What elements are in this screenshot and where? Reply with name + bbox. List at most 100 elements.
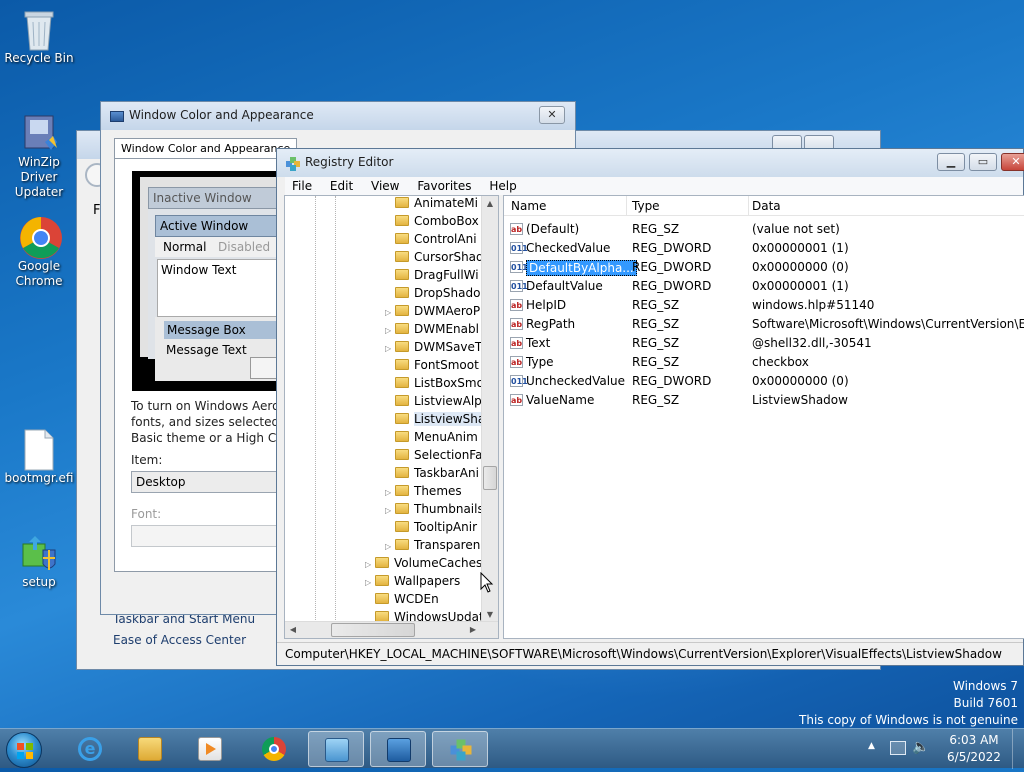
taskbar-media-player[interactable] — [182, 731, 238, 767]
tree-node[interactable]: ▷ Themes — [385, 484, 462, 502]
expand-arrow-icon[interactable]: ▷ — [385, 488, 395, 497]
clock-date[interactable]: 6/5/2022 — [944, 750, 1004, 764]
expand-arrow-icon[interactable]: ▷ — [385, 506, 395, 515]
value-row[interactable]: 011 DefaultValue REG_DWORD 0x00000001 (1) — [504, 277, 1024, 296]
tree-node[interactable]: FontSmoot — [385, 358, 479, 376]
regedit-maximize-button[interactable]: ▭ — [969, 153, 997, 171]
close-button[interactable]: ✕ — [539, 106, 565, 124]
tree-node[interactable]: ▷ Thumbnails — [385, 502, 484, 520]
tree-node[interactable]: ControlAni — [385, 232, 477, 250]
expand-arrow-icon[interactable]: ▷ — [385, 344, 395, 353]
value-row[interactable]: ab Text REG_SZ @shell32.dll,-30541 — [504, 334, 1024, 353]
tree-node[interactable]: ListviewSha — [385, 412, 486, 430]
tree-node[interactable]: CursorShad — [385, 250, 484, 268]
scroll-up-arrow[interactable]: ▲ — [482, 196, 498, 212]
tree-node[interactable]: ListviewAlp — [385, 394, 482, 412]
value-row[interactable]: ab (Default) REG_SZ (value not set) — [504, 220, 1024, 239]
tree-node[interactable]: AnimateMi — [385, 196, 478, 214]
font-dropdown[interactable] — [131, 525, 291, 547]
tree-node[interactable]: ▷ VolumeCaches — [365, 556, 482, 574]
show-hidden-icons-button[interactable]: ▲ — [868, 741, 875, 751]
registry-values-list[interactable]: Name Type Data ab (Default) REG_SZ (value n… — [503, 195, 1024, 639]
tree-node[interactable]: TooltipAnir — [385, 520, 477, 538]
regedit-minimize-button[interactable]: ▁ — [937, 153, 965, 171]
column-data[interactable]: Data — [752, 199, 781, 213]
menu-edit[interactable]: Edit — [323, 177, 360, 195]
clock-time[interactable]: 6:03 AM — [944, 733, 1004, 747]
tree-hscroll-thumb[interactable] — [331, 623, 415, 637]
volume-icon[interactable]: 🔈 — [912, 739, 929, 755]
tree-node[interactable]: ▷ Transparen — [385, 538, 480, 556]
taskbar-control-panel[interactable] — [308, 731, 364, 767]
taskbar-file-explorer[interactable] — [122, 731, 178, 767]
tree-node[interactable]: ▷ DWMSaveT — [385, 340, 482, 358]
desktop-icon-recycle-bin[interactable]: Recycle Bin — [1, 8, 77, 66]
tree-node-label: ListviewSha — [414, 412, 486, 426]
tree-node-label: ComboBox — [414, 214, 479, 228]
tree-node[interactable]: DragFullWi — [385, 268, 479, 286]
tree-node[interactable]: SelectionFa — [385, 448, 482, 466]
menu-view[interactable]: View — [364, 177, 406, 195]
tree-vertical-scrollbar[interactable]: ▲ ▼ — [481, 196, 498, 623]
tree-node[interactable]: ▷ DWMEnabl — [385, 322, 479, 340]
column-name[interactable]: Name — [511, 199, 546, 213]
column-type[interactable]: Type — [632, 199, 660, 213]
tree-node[interactable]: ComboBox — [385, 214, 479, 232]
tree-node[interactable]: ▷ Wallpapers — [365, 574, 460, 592]
value-row[interactable]: 011 UncheckedValue REG_DWORD 0x00000000 (0) — [504, 372, 1024, 391]
value-row[interactable]: ab RegPath REG_SZ Software\Microsoft\Window… — [504, 315, 1024, 334]
scroll-left-arrow[interactable]: ◀ — [285, 622, 301, 638]
tab-window-color-appearance[interactable]: Window Color and Appearance — [114, 138, 298, 158]
link-ease-of-access[interactable]: Ease of Access Center — [113, 633, 246, 647]
tree-scroll-thumb[interactable] — [483, 466, 497, 490]
registry-editor-window[interactable]: Registry Editor ▁ ▭ ✕ File Edit View Fav… — [276, 148, 1024, 666]
menu-file[interactable]: File — [285, 177, 319, 195]
value-row[interactable]: ab Type REG_SZ checkbox — [504, 353, 1024, 372]
scroll-right-arrow[interactable]: ▶ — [465, 622, 481, 638]
help-line-3: Basic theme or a High Cont — [131, 431, 296, 445]
expand-arrow-icon[interactable]: ▷ — [365, 560, 375, 569]
tree-node[interactable]: TaskbarAni — [385, 466, 479, 484]
menu-help[interactable]: Help — [482, 177, 523, 195]
expand-arrow-icon[interactable]: ▷ — [365, 578, 375, 587]
registry-key-tree[interactable]: AnimateMi ComboBox ControlAni CursorShad Dra… — [284, 195, 499, 639]
tree-node[interactable]: WCDEn — [365, 592, 439, 610]
folder-icon — [395, 359, 409, 370]
desktop-icon-bootmgr[interactable]: bootmgr.efi — [1, 428, 77, 486]
expand-arrow-icon[interactable]: ▷ — [385, 308, 395, 317]
tree-node-label: Thumbnails — [414, 502, 484, 516]
folder-icon — [395, 449, 409, 460]
start-button[interactable] — [6, 732, 42, 768]
value-type: REG_DWORD — [632, 260, 712, 274]
taskbar-registry-editor[interactable] — [432, 731, 488, 767]
value-data: @shell32.dll,-30541 — [752, 336, 872, 350]
menu-favorites[interactable]: Favorites — [410, 177, 478, 195]
taskbar-chrome[interactable] — [246, 731, 302, 767]
item-dropdown[interactable]: Desktop — [131, 471, 291, 493]
expand-arrow-icon[interactable]: ▷ — [385, 326, 395, 335]
network-icon[interactable] — [890, 741, 906, 755]
taskbar-appearance-window[interactable] — [370, 731, 426, 767]
tree-node[interactable]: ListBoxSmo — [385, 376, 484, 394]
tree-node-label: DropShado — [414, 286, 481, 300]
value-row[interactable]: 011 DefaultByAlpha... REG_DWORD 0x00000000 … — [504, 258, 1024, 277]
desktop-icon-chrome[interactable]: Google Chrome — [1, 216, 77, 289]
desktop-icon-setup[interactable]: setup — [1, 532, 77, 590]
expand-arrow-icon[interactable]: ▷ — [385, 542, 395, 551]
value-row[interactable]: ab ValueName REG_SZ ListviewShadow — [504, 391, 1024, 410]
value-row[interactable]: 011 CheckedValue REG_DWORD 0x00000001 (1) — [504, 239, 1024, 258]
show-desktop-button[interactable] — [1012, 729, 1024, 769]
chrome-icon — [262, 737, 286, 761]
tree-node[interactable]: MenuAnim — [385, 430, 478, 448]
tree-horizontal-scrollbar[interactable]: ◀ ▶ — [285, 621, 498, 638]
taskbar-internet-explorer[interactable]: e — [62, 731, 118, 767]
appearance-preview: Inactive Window Active Window Normal Dis… — [132, 171, 300, 391]
tree-node[interactable]: ▷ DWMAeroP — [385, 304, 480, 322]
value-data: 0x00000000 (0) — [752, 260, 849, 274]
tree-node[interactable]: DropShado — [385, 286, 480, 304]
regedit-close-button[interactable]: ✕ — [1001, 153, 1024, 171]
desktop-icon-winzip[interactable]: WinZip Driver Updater — [1, 112, 77, 200]
folder-icon — [395, 413, 409, 424]
value-row[interactable]: ab HelpID REG_SZ windows.hlp#51140 — [504, 296, 1024, 315]
tree-node-label: Wallpapers — [394, 574, 461, 588]
